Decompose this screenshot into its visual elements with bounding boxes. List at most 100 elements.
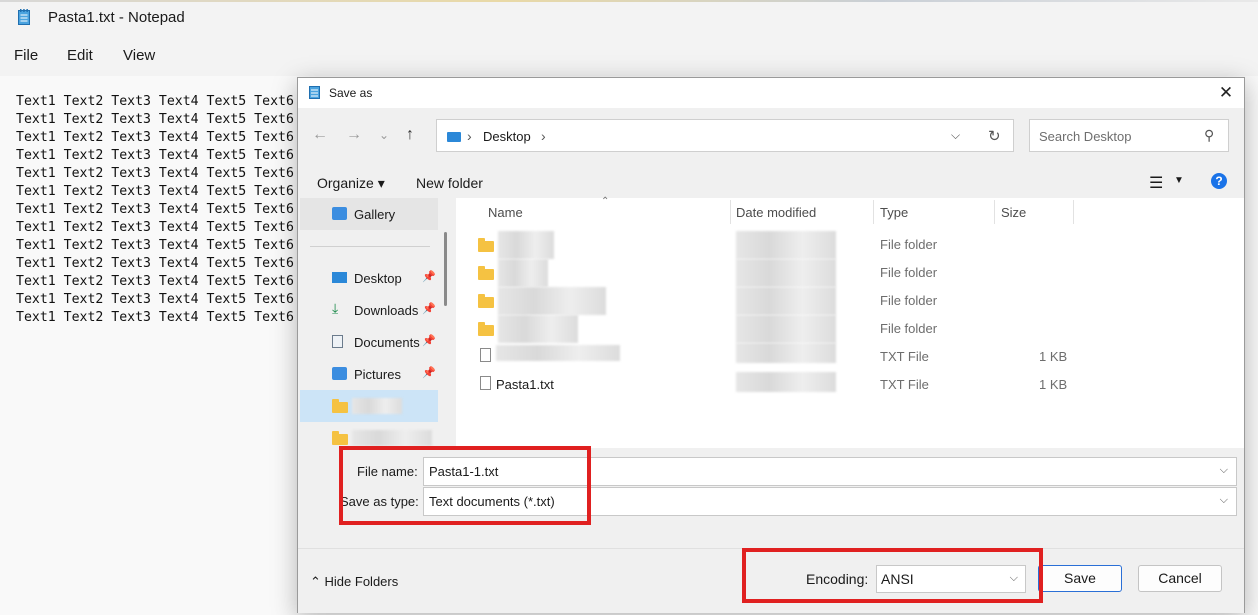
notepad-titlebar (0, 0, 1258, 36)
menu-view[interactable]: View (123, 47, 155, 64)
chevron-down-icon[interactable]: ⌵ (1220, 464, 1228, 477)
text-line: Text1 Text2 Text3 Text4 Text5 Text6 (16, 94, 294, 109)
redacted-date (736, 343, 836, 363)
column-header-date[interactable]: Date modified (736, 205, 816, 220)
text-file-icon (480, 348, 491, 362)
desktop-icon (447, 132, 461, 142)
breadcrumb-chevron-icon[interactable]: › (467, 128, 472, 144)
nav-item-redacted-folder[interactable] (300, 390, 438, 422)
address-bar[interactable]: › Desktop › ⌵ ↻ (436, 119, 1014, 152)
save-button[interactable]: Save (1038, 565, 1122, 592)
search-icon[interactable]: ⚲ (1204, 127, 1214, 144)
refresh-icon[interactable]: ↻ (988, 127, 1001, 145)
file-type: File folder (880, 237, 938, 252)
nav-item-label: Documents (354, 335, 420, 350)
redacted-date (736, 315, 836, 343)
highlight-box (742, 548, 1043, 603)
redacted-name (498, 315, 578, 343)
file-size: 1 KB (1039, 377, 1068, 392)
pin-icon: 📌 (422, 335, 436, 347)
gallery-icon (332, 207, 347, 220)
text-line: Text1 Text2 Text3 Text4 Text5 Text6 (16, 166, 294, 181)
back-arrow-icon[interactable]: ← (312, 126, 328, 144)
hide-folders-button[interactable]: ⌃ Hide Folders (310, 574, 398, 590)
nav-item-gallery[interactable]: Gallery (300, 198, 438, 230)
notepad-text[interactable]: Text1 Text2 Text3 Text4 Text5 Text6 Text1… (16, 93, 294, 327)
text-line: Text1 Text2 Text3 Text4 Text5 Text6 (16, 112, 294, 127)
redacted-name (498, 231, 554, 259)
column-header-size[interactable]: Size (1001, 205, 1026, 220)
menu-edit[interactable]: Edit (67, 47, 93, 64)
navigation-pane: Gallery Desktop 📌 ⤓ Downloads 📌 Document… (300, 198, 438, 448)
menu-file[interactable]: File (14, 47, 38, 64)
file-type: TXT File (880, 349, 929, 364)
column-header-name[interactable]: Name (488, 205, 523, 220)
notepad-icon (309, 86, 320, 99)
file-type: File folder (880, 293, 938, 308)
nav-scrollbar[interactable] (444, 232, 447, 306)
folder-icon (332, 431, 348, 445)
cancel-button[interactable]: Cancel (1138, 565, 1222, 592)
folder-icon (332, 399, 348, 413)
highlight-box (339, 446, 591, 525)
up-arrow-icon[interactable]: ↑ (406, 126, 414, 144)
column-header-type[interactable]: Type (880, 205, 908, 220)
redacted-date (736, 372, 836, 392)
nav-item-documents[interactable]: Documents 📌 (300, 326, 438, 358)
forward-arrow-icon[interactable]: → (346, 126, 362, 144)
help-icon[interactable]: ? (1211, 173, 1227, 189)
text-line: Text1 Text2 Text3 Text4 Text5 Text6 (16, 220, 294, 235)
nav-item-redacted-folder[interactable] (300, 422, 438, 448)
column-divider[interactable] (873, 200, 874, 224)
search-placeholder: Search Desktop (1039, 129, 1132, 144)
column-divider[interactable] (1073, 200, 1074, 224)
text-file-icon (480, 376, 491, 390)
search-input[interactable]: Search Desktop ⚲ (1029, 119, 1229, 152)
nav-item-label: Desktop (354, 271, 402, 286)
folder-icon (478, 238, 494, 252)
text-line: Text1 Text2 Text3 Text4 Text5 Text6 (16, 184, 294, 199)
redacted-name (498, 259, 548, 287)
nav-item-label: Gallery (354, 207, 396, 222)
text-line: Text1 Text2 Text3 Text4 Text5 Text6 (16, 274, 294, 289)
breadcrumb-chevron-icon[interactable]: › (541, 128, 546, 144)
chevron-up-icon: ⌃ (310, 574, 321, 589)
nav-divider (310, 246, 430, 247)
save-as-dialog: Save as ✕ ← → ⌄ ↑ › Desktop › ⌵ ↻ Search… (297, 77, 1245, 613)
nav-item-desktop[interactable]: Desktop 📌 (300, 262, 438, 294)
column-divider[interactable] (730, 200, 731, 224)
file-type: File folder (880, 265, 938, 280)
close-button[interactable]: ✕ (1212, 81, 1240, 105)
folder-icon (478, 294, 494, 308)
notepad-icon (18, 9, 30, 25)
folder-icon (478, 322, 494, 336)
pin-icon: 📌 (422, 271, 436, 283)
breadcrumb-desktop[interactable]: Desktop (483, 129, 531, 144)
view-list-icon[interactable]: ☰ (1149, 173, 1163, 193)
nav-item-pictures[interactable]: Pictures 📌 (300, 358, 438, 390)
column-divider[interactable] (994, 200, 995, 224)
hide-folders-label: Hide Folders (324, 574, 399, 589)
text-line: Text1 Text2 Text3 Text4 Text5 Text6 (16, 148, 294, 163)
dialog-title: Save as (329, 86, 373, 100)
chevron-down-icon[interactable]: ⌵ (1220, 494, 1228, 507)
redacted-name (496, 345, 620, 361)
file-size: 1 KB (1039, 349, 1068, 364)
redacted-name (498, 287, 606, 315)
dialog-titlebar (298, 78, 1244, 108)
notepad-menubar (0, 36, 1258, 76)
recent-locations-icon[interactable]: ⌄ (379, 128, 389, 142)
chevron-down-icon[interactable]: ▼ (1174, 175, 1184, 186)
redacted-date (736, 287, 836, 315)
redacted-label (352, 430, 432, 446)
organize-button[interactable]: Organize ▾ (317, 175, 385, 192)
notepad-title: Pasta1.txt - Notepad (48, 9, 185, 26)
nav-item-downloads[interactable]: ⤓ Downloads 📌 (300, 294, 438, 326)
new-folder-button[interactable]: New folder (416, 175, 483, 191)
nav-item-label: Downloads (354, 303, 419, 318)
desktop-icon (332, 272, 347, 283)
chevron-down-icon[interactable]: ⌵ (951, 128, 960, 143)
text-line: Text1 Text2 Text3 Text4 Text5 Text6 (16, 202, 294, 217)
text-line: Text1 Text2 Text3 Text4 Text5 Text6 (16, 256, 294, 271)
redacted-label (352, 398, 402, 414)
